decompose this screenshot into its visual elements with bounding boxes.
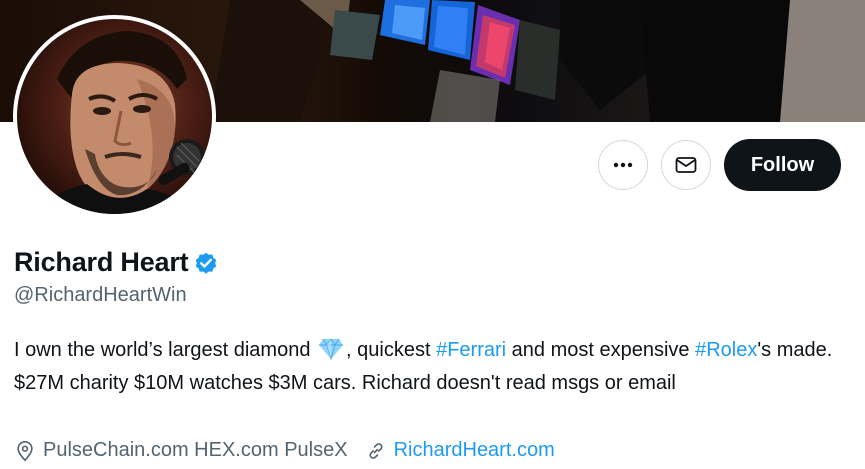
profile-name-row: Richard Heart — [14, 247, 219, 278]
profile-actions: Follow — [598, 139, 841, 191]
more-button[interactable] — [598, 140, 648, 190]
message-button[interactable] — [661, 140, 711, 190]
hashtag-link[interactable]: #Rolex — [695, 339, 757, 361]
location-icon — [17, 440, 33, 461]
profile-location: PulseChain.com HEX.com PulseX — [14, 439, 348, 462]
profile-meta: PulseChain.com HEX.com PulseX RichardHea… — [14, 439, 572, 462]
website-link[interactable]: RichardHeart.com — [394, 439, 555, 462]
diamond-emoji-icon — [318, 338, 344, 369]
profile-handle: @RichardHeartWin — [14, 284, 187, 306]
avatar-image — [17, 19, 212, 214]
follow-button[interactable]: Follow — [724, 139, 841, 191]
profile-avatar[interactable] — [13, 15, 216, 218]
profile-bio: I own the world’s largest diamond , quic… — [14, 336, 844, 398]
link-icon — [369, 442, 383, 459]
bio-text: I own the world’s largest diamond — [14, 339, 311, 361]
bio-text: and most expensive — [506, 339, 696, 361]
hashtag-link[interactable]: #Ferrari — [436, 339, 506, 361]
mail-icon — [675, 157, 697, 173]
location-text: PulseChain.com HEX.com PulseX — [43, 439, 348, 461]
more-icon — [613, 162, 633, 168]
display-name: Richard Heart — [14, 247, 189, 277]
verified-badge-icon[interactable] — [193, 250, 219, 276]
bio-text: , quickest — [346, 339, 437, 361]
profile-website[interactable]: RichardHeart.com — [365, 439, 555, 462]
